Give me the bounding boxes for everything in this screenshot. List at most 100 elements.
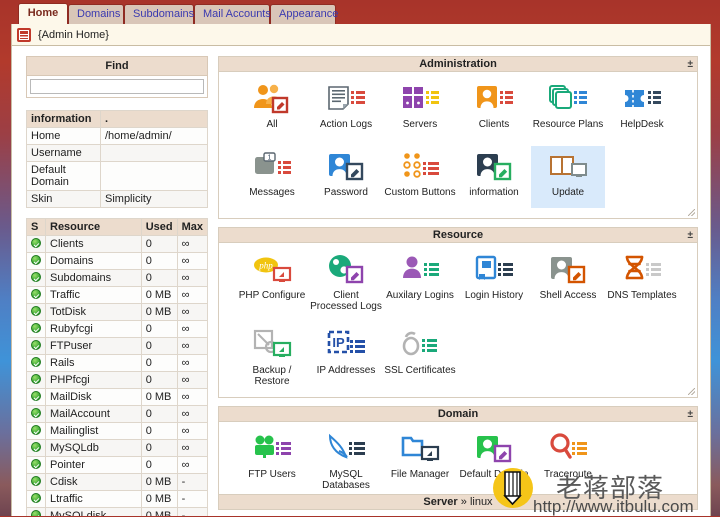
collapse-icon[interactable]: ± <box>688 407 694 422</box>
check-circle-icon <box>31 357 41 367</box>
cell-max: ∞ <box>176 320 209 338</box>
tab-home[interactable]: Home <box>18 3 68 24</box>
collapse-icon[interactable]: ± <box>688 228 694 243</box>
collapse-icon[interactable]: ± <box>688 57 694 72</box>
tile-clients[interactable]: Clients <box>457 78 531 136</box>
status-badge <box>26 490 46 508</box>
col-status: S <box>26 218 46 236</box>
tile-ip-addresses[interactable]: IP IP Addresses <box>309 324 383 387</box>
status-badge <box>26 337 46 355</box>
tile-label: IP Addresses <box>316 365 376 376</box>
tile-servers[interactable]: Servers <box>383 78 457 136</box>
tile-password[interactable]: Password <box>309 146 383 208</box>
info-value-skin[interactable]: Simplicity <box>100 190 208 208</box>
tile-label: Action Logs <box>319 119 373 130</box>
status-badge <box>26 371 46 389</box>
cell-max: ∞ <box>176 388 209 406</box>
tile-label: Shell Access <box>539 290 597 301</box>
lock-ssl-icon <box>400 328 440 362</box>
info-value-home[interactable]: /home/admin/ <box>100 127 208 145</box>
tab-mail-accounts[interactable]: Mail Accounts <box>194 4 271 24</box>
tile-shell-access[interactable]: Shell Access <box>531 249 605 312</box>
tab-domains[interactable]: Domains <box>68 4 124 24</box>
user-info-icon <box>474 150 514 184</box>
server-bar-prefix: Server <box>423 496 458 508</box>
tile-information[interactable]: information <box>457 146 531 208</box>
cell-max: ∞ <box>176 439 209 457</box>
status-badge <box>26 405 46 423</box>
check-circle-icon <box>31 459 41 469</box>
tile-login-history[interactable]: Login History <box>457 249 531 312</box>
check-circle-icon <box>31 510 41 516</box>
tile-dns-templates[interactable]: DNS Templates <box>605 249 679 312</box>
search-input[interactable] <box>30 79 204 94</box>
cell-used: 0 <box>140 235 178 253</box>
cell-resource: Clients <box>45 235 142 253</box>
tile-messages[interactable]: 1 Messages <box>235 146 309 208</box>
tile-resource-plans[interactable]: Resource Plans <box>531 78 605 136</box>
find-box: Find <box>26 56 208 98</box>
tile-label: Password <box>324 187 368 198</box>
table-row: Rubyfcgi 0 ∞ <box>26 320 209 338</box>
table-header-row: information . <box>26 110 208 128</box>
status-badge <box>26 388 46 406</box>
tile-empty <box>605 324 679 387</box>
resource-table: S Resource Used Max Clients 0 ∞ Domains 0 ∞ Su… <box>26 218 209 516</box>
tile-label: Client Processed Logs <box>310 290 382 312</box>
tile-label: Auxilary Logins <box>386 290 454 301</box>
tile-label: Servers <box>402 119 438 130</box>
tile-empty <box>531 324 605 387</box>
info-label-default-domain: Default Domain <box>26 161 101 191</box>
cell-resource: Ltraffic <box>45 490 142 508</box>
information-header-label: information <box>26 110 101 128</box>
cell-max: ∞ <box>176 405 209 423</box>
table-row: Rails 0 ∞ <box>26 354 209 372</box>
tile-backup-restore[interactable]: Backup / Restore <box>235 324 309 387</box>
cell-used: 0 <box>140 439 178 457</box>
panel-resource: Resource ± php PHP Configure Client Proc… <box>218 227 698 398</box>
check-circle-icon <box>31 493 41 503</box>
resource-rows: Clients 0 ∞ Domains 0 ∞ Subdomains 0 ∞ Traffic 0 M… <box>26 235 209 516</box>
tile-mysql-databases[interactable]: MySQL Databases <box>309 428 383 491</box>
info-label-skin: Skin <box>26 190 101 208</box>
tile-action-logs[interactable]: Action Logs <box>309 78 383 136</box>
cell-used: 0 <box>140 354 178 372</box>
cell-max: ∞ <box>176 269 209 287</box>
resize-grip[interactable] <box>688 388 695 395</box>
tile-update[interactable]: Update <box>531 146 605 208</box>
php-monitor-icon: php <box>252 253 292 287</box>
panel-resource-header: Resource ± <box>219 228 697 243</box>
status-badge <box>26 320 46 338</box>
cell-used: 0 <box>140 269 178 287</box>
tile-client-processed-logs[interactable]: Client Processed Logs <box>309 249 383 312</box>
check-circle-icon <box>31 272 41 282</box>
check-circle-icon <box>31 323 41 333</box>
check-circle-icon <box>31 306 41 316</box>
table-row: Skin Simplicity <box>26 190 208 208</box>
tile-php-configure[interactable]: php PHP Configure <box>235 249 309 312</box>
tile-label: information <box>469 187 519 198</box>
ticket-icon <box>622 82 662 116</box>
panel-resource-body: php PHP Configure Client Processed Logs … <box>219 243 697 397</box>
tile-ssl-certificates[interactable]: SSL Certificates <box>383 324 457 387</box>
tile-auxilary-logins[interactable]: Auxilary Logins <box>383 249 457 312</box>
tile-helpdesk[interactable]: HelpDesk <box>605 78 679 136</box>
tile-custom-buttons[interactable]: Custom Buttons <box>383 146 457 208</box>
tile-all[interactable]: All <box>235 78 309 136</box>
tab-subdomains[interactable]: Subdomains <box>124 4 194 24</box>
check-circle-icon <box>31 289 41 299</box>
resize-grip[interactable] <box>688 209 695 216</box>
cell-resource: TotDisk <box>45 303 142 321</box>
table-row: MySQLdb 0 ∞ <box>26 439 209 457</box>
cell-used: 0 MB <box>140 490 178 508</box>
tile-file-manager[interactable]: File Manager <box>383 428 457 491</box>
tile-ftp-users[interactable]: FTP Users <box>235 428 309 491</box>
tab-appearance[interactable]: Appearance <box>270 4 338 24</box>
cell-resource: Cdisk <box>45 473 142 491</box>
folder-monitor-icon <box>400 432 440 466</box>
status-badge <box>26 439 46 457</box>
cell-resource: MailAccount <box>45 405 142 423</box>
tile-label: Update <box>551 187 585 198</box>
cell-max: ∞ <box>176 235 209 253</box>
info-label-username: Username <box>26 144 101 162</box>
